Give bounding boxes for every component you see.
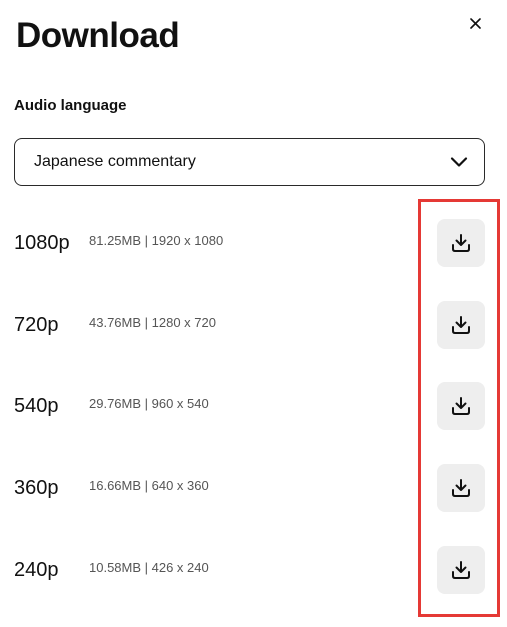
download-button-360p[interactable]: [437, 464, 485, 512]
file-info: 16.66MB | 640 x 360: [89, 478, 209, 493]
download-button-240p[interactable]: [437, 546, 485, 594]
download-icon: [452, 479, 470, 497]
download-dialog: Download Audio language Japanese comment…: [0, 0, 507, 627]
file-info: 10.58MB | 426 x 240: [89, 560, 209, 575]
download-icon: [452, 397, 470, 415]
download-icon: [452, 561, 470, 579]
download-button-1080p[interactable]: [437, 219, 485, 267]
audio-language-label: Audio language: [14, 97, 127, 114]
audio-language-value: Japanese commentary: [34, 153, 196, 170]
chevron-down-icon: [450, 157, 468, 167]
download-option-row: 720p 43.76MB | 1280 x 720: [14, 301, 485, 349]
download-button-720p[interactable]: [437, 301, 485, 349]
resolution-label: 360p: [14, 477, 59, 499]
audio-language-select[interactable]: Japanese commentary: [14, 138, 485, 186]
resolution-label: 240p: [14, 559, 59, 581]
close-button[interactable]: [464, 12, 486, 34]
close-icon: [469, 17, 481, 29]
download-option-row: 540p 29.76MB | 960 x 540: [14, 382, 485, 430]
download-button-540p[interactable]: [437, 382, 485, 430]
file-info: 29.76MB | 960 x 540: [89, 396, 209, 411]
dialog-title: Download: [16, 16, 180, 55]
resolution-label: 1080p: [14, 232, 70, 254]
download-option-row: 240p 10.58MB | 426 x 240: [14, 546, 485, 594]
resolution-label: 720p: [14, 314, 59, 336]
download-option-row: 360p 16.66MB | 640 x 360: [14, 464, 485, 512]
file-info: 43.76MB | 1280 x 720: [89, 315, 216, 330]
file-info: 81.25MB | 1920 x 1080: [89, 233, 224, 248]
download-icon: [452, 316, 470, 334]
download-option-row: 1080p 81.25MB | 1920 x 1080: [14, 219, 485, 267]
resolution-label: 540p: [14, 395, 59, 417]
download-icon: [452, 234, 470, 252]
